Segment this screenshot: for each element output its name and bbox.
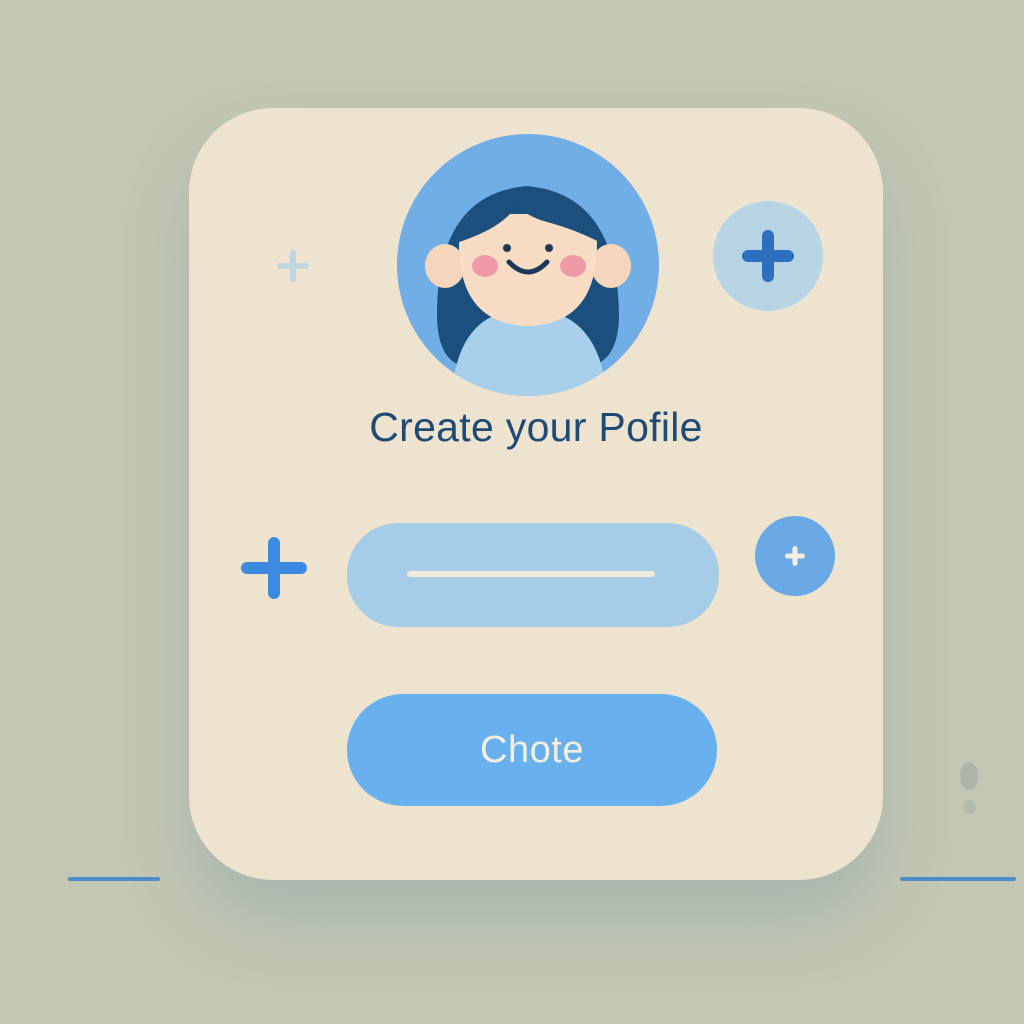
plus-icon — [277, 250, 309, 282]
decor-line-left — [68, 877, 160, 881]
plus-icon — [742, 230, 794, 282]
avatar[interactable] — [397, 134, 659, 396]
decor-drop-small — [964, 800, 976, 814]
decor-line-right — [900, 877, 1016, 881]
add-field-right-button[interactable] — [755, 516, 835, 596]
create-button[interactable]: Chote — [347, 694, 717, 806]
add-photo-button[interactable] — [713, 201, 823, 311]
add-field-left-button[interactable] — [239, 533, 309, 607]
girl-avatar-icon — [425, 186, 631, 396]
profile-card: Create your Pofile Chote — [189, 108, 883, 880]
decor-drop — [960, 762, 978, 790]
plus-icon — [241, 537, 307, 599]
page-title: Create your Pofile — [369, 404, 703, 450]
input-placeholder-line — [407, 571, 655, 577]
decor-plus — [271, 244, 315, 292]
plus-icon — [785, 546, 805, 566]
